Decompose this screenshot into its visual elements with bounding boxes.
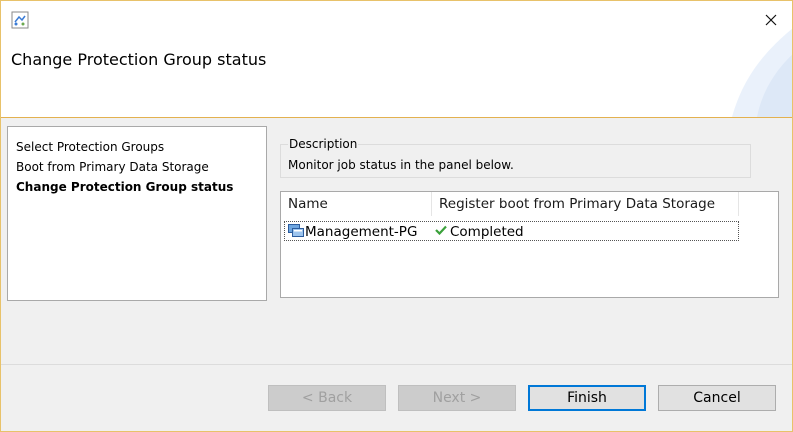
close-icon[interactable]: [761, 10, 781, 30]
wizard-app-icon: [11, 11, 29, 29]
wizard-header: Change Protection Group status: [1, 1, 792, 118]
back-button-label: < Back: [301, 390, 353, 406]
finish-button[interactable]: Finish: [528, 385, 646, 411]
finish-button-label: Finish: [567, 390, 607, 406]
page-title: Change Protection Group status: [11, 50, 267, 69]
row-status-text: Completed: [450, 224, 524, 240]
column-header-register-boot[interactable]: Register boot from Primary Data Storage: [432, 192, 739, 216]
description-text: Monitor job status in the panel below.: [288, 158, 514, 172]
cancel-button-label: Cancel: [693, 390, 741, 406]
next-button-label: Next >: [432, 390, 482, 406]
cancel-button[interactable]: Cancel: [658, 385, 776, 411]
wizard-steps-panel: Select Protection Groups Boot from Prima…: [7, 126, 267, 301]
back-button[interactable]: < Back: [268, 385, 386, 411]
description-legend: Description: [288, 137, 359, 151]
check-icon: [435, 225, 447, 235]
next-button[interactable]: Next >: [398, 385, 516, 411]
wizard-window: Change Protection Group status Select Pr…: [0, 0, 793, 432]
step-select-protection-groups: Select Protection Groups: [16, 140, 165, 154]
row-name-text: Management-PG: [305, 224, 418, 240]
step-boot-from-primary-storage: Boot from Primary Data Storage: [16, 160, 209, 174]
protection-group-icon: [288, 224, 304, 237]
step-change-protection-group-status: Change Protection Group status: [16, 180, 234, 194]
job-status-grid[interactable]: Name Register boot from Primary Data Sto…: [280, 191, 779, 298]
footer-divider: [1, 364, 792, 365]
column-header-name[interactable]: Name: [281, 192, 432, 216]
table-row[interactable]: Management-PG Completed: [284, 221, 739, 241]
